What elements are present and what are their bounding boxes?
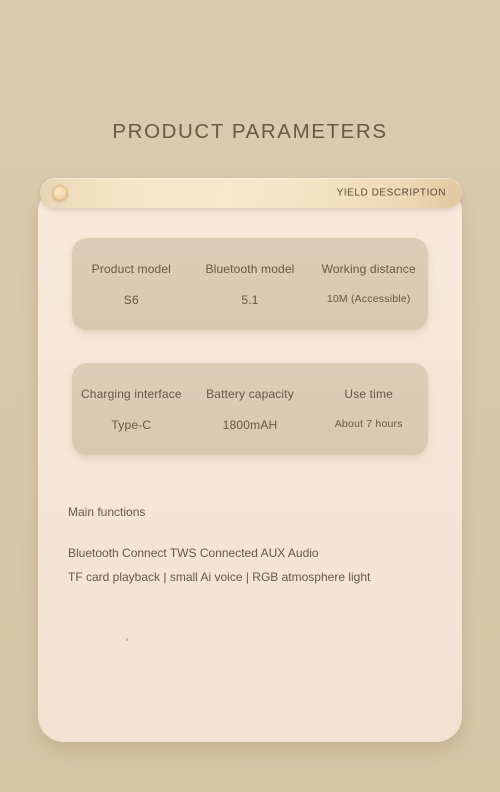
yield-description-header: YIELD DESCRIPTION	[40, 178, 462, 208]
spec-value-row: Type-C 1800mAH About 7 hours	[72, 418, 428, 432]
spec-label-battery-capacity: Battery capacity	[206, 386, 294, 401]
spec-value-working-distance: 10M (Accessible)	[326, 292, 411, 305]
decorative-mark	[126, 638, 128, 641]
spec-value-row: S6 5.1 10M (Accessible)	[72, 293, 428, 307]
main-functions-line: TF card playback | small Ai voice | RGB …	[68, 570, 371, 584]
main-functions-line: Bluetooth Connect TWS Connected AUX Audi…	[68, 546, 319, 560]
spec-label-product-model: Product model	[91, 261, 171, 276]
spec-label-row: Charging interface Battery capacity Use …	[72, 387, 428, 401]
spec-card: Product model Bluetooth model Working di…	[72, 238, 428, 330]
spec-value-charging-interface: Type-C	[111, 417, 152, 432]
spec-label-bluetooth-model: Bluetooth model	[205, 261, 295, 276]
spec-label-charging-interface: Charging interface	[80, 386, 182, 401]
circle-knob-icon	[52, 185, 68, 201]
page-title: PRODUCT PARAMETERS	[112, 120, 388, 143]
spec-value-use-time: About 7 hours	[334, 417, 403, 430]
spec-label-row: Product model Bluetooth model Working di…	[72, 262, 428, 276]
main-functions-section: Main functions Bluetooth Connect TWS Con…	[68, 505, 428, 594]
spec-label-use-time: Use time	[344, 386, 393, 401]
spec-value-bluetooth-model: 5.1	[241, 292, 259, 307]
spec-label-working-distance: Working distance	[321, 261, 416, 276]
spec-value-battery-capacity: 1800mAH	[222, 417, 278, 432]
spec-value-product-model: S6	[123, 292, 139, 307]
spec-card: Charging interface Battery capacity Use …	[72, 363, 428, 455]
yield-description-label: YIELD DESCRIPTION	[336, 187, 446, 199]
main-functions-heading: Main functions	[68, 505, 146, 519]
